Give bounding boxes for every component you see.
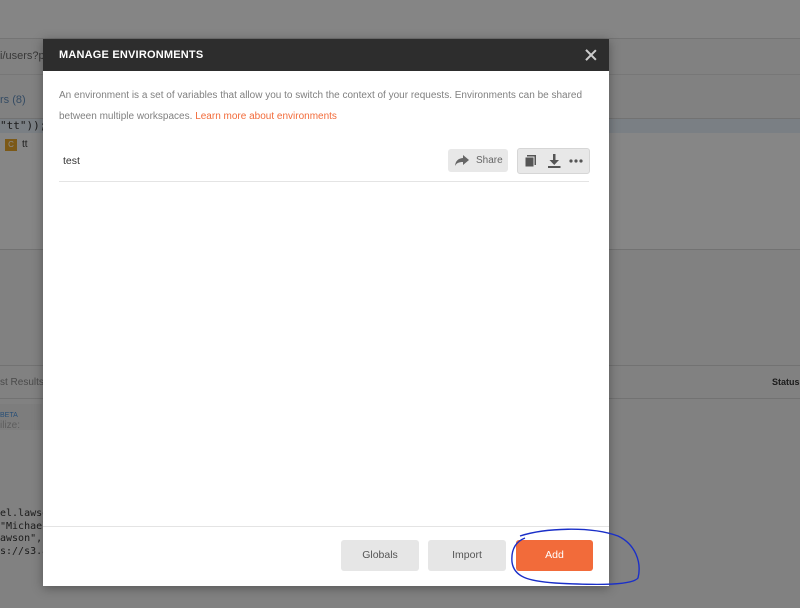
share-label: Share: [476, 155, 503, 166]
environment-row[interactable]: test Share: [59, 143, 590, 182]
modal-description: An environment is a set of variables tha…: [59, 85, 589, 127]
import-button[interactable]: Import: [428, 540, 506, 571]
globals-button[interactable]: Globals: [341, 540, 419, 571]
manage-environments-modal: MANAGE ENVIRONMENTS An environment is a …: [43, 39, 609, 586]
share-arrow-icon: [455, 155, 469, 166]
environment-actions: [517, 148, 590, 174]
modal-title: MANAGE ENVIRONMENTS: [59, 49, 204, 61]
close-icon[interactable]: [583, 47, 599, 63]
more-options-icon[interactable]: [569, 154, 583, 168]
modal-header: MANAGE ENVIRONMENTS: [43, 39, 609, 71]
share-button[interactable]: Share: [448, 149, 508, 172]
download-icon[interactable]: [547, 154, 561, 168]
learn-more-link[interactable]: Learn more about environments: [195, 111, 337, 122]
hand-drawn-circle-annotation: [511, 528, 640, 586]
duplicate-icon[interactable]: [524, 154, 538, 168]
environment-name[interactable]: test: [63, 155, 80, 167]
